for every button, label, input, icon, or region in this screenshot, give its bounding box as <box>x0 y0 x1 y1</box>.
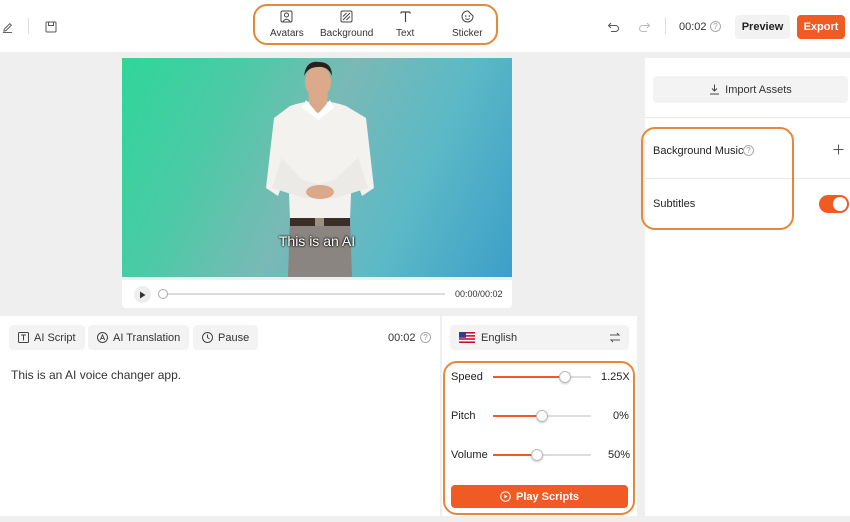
script-icon <box>18 332 29 343</box>
clock-icon <box>202 332 213 343</box>
speed-label: Speed <box>451 371 483 383</box>
tool-avatars-label: Avatars <box>270 28 304 39</box>
script-duration: 00:02 <box>388 332 416 344</box>
tool-background-label: Background <box>320 28 374 39</box>
video-preview[interactable]: This is an AI <box>122 58 512 277</box>
divider <box>645 117 850 118</box>
us-flag-icon <box>459 332 475 343</box>
background-icon <box>340 10 353 23</box>
playback-time: 00:00/00:02 <box>455 289 503 299</box>
tool-text-label: Text <box>396 28 415 39</box>
volume-slider-knob[interactable] <box>531 449 543 461</box>
edit-pencil-icon[interactable] <box>1 20 13 34</box>
tab-ai-translation[interactable]: AI Translation <box>88 325 190 350</box>
timeline-scrubber[interactable] <box>158 289 168 299</box>
pitch-slider-knob[interactable] <box>536 410 548 422</box>
pitch-slider-fill <box>493 415 542 417</box>
language-label: English <box>481 332 518 344</box>
tab-ai-script-label: AI Script <box>34 331 76 344</box>
divider <box>645 178 850 179</box>
subtitles-label: Subtitles <box>653 198 696 210</box>
tool-text[interactable]: Text <box>396 10 414 39</box>
tab-pause[interactable]: Pause <box>193 325 259 350</box>
redo-icon[interactable] <box>637 20 651 34</box>
video-subtitle: This is an AI <box>278 233 356 249</box>
top-toolbar: Avatars Background Text Sticker 00:02 ? … <box>0 0 850 52</box>
preview-button[interactable]: Preview <box>735 15 790 39</box>
tool-avatars[interactable]: Avatars <box>270 10 304 39</box>
avatar-icon <box>280 10 293 23</box>
export-button[interactable]: Export <box>797 15 845 39</box>
volume-label: Volume <box>451 449 488 461</box>
sticker-icon <box>461 10 474 23</box>
background-music-label: Background Music <box>653 145 744 157</box>
speed-value: 1.25X <box>601 371 630 383</box>
help-icon[interactable]: ? <box>710 21 721 32</box>
translate-icon <box>97 332 108 343</box>
tool-sticker[interactable]: Sticker <box>452 10 483 39</box>
help-icon[interactable]: ? <box>420 332 431 343</box>
speed-slider-knob[interactable] <box>559 371 571 383</box>
import-assets-button[interactable]: Import Assets <box>653 76 848 103</box>
player-controls: 00:00/00:02 <box>122 280 512 308</box>
project-duration: 00:02 <box>679 21 707 33</box>
play-scripts-label: Play Scripts <box>516 490 579 503</box>
toggle-knob <box>833 197 847 211</box>
timeline-track[interactable] <box>162 293 445 295</box>
tool-background[interactable]: Background <box>320 10 373 39</box>
right-panel <box>645 58 850 516</box>
toolbar-divider <box>665 18 666 34</box>
swap-icon[interactable] <box>609 332 621 343</box>
pitch-label: Pitch <box>451 410 476 422</box>
play-circle-icon <box>500 491 511 502</box>
toolbar-divider <box>28 18 29 34</box>
save-icon[interactable] <box>44 20 57 33</box>
subtitles-toggle[interactable] <box>819 195 849 213</box>
script-textarea[interactable]: This is an AI voice changer app. <box>11 368 181 382</box>
add-music-plus-icon[interactable] <box>833 144 844 155</box>
language-selector[interactable]: English <box>450 325 629 350</box>
text-icon <box>400 11 411 22</box>
tab-ai-script[interactable]: AI Script <box>9 325 85 350</box>
play-scripts-button[interactable]: Play Scripts <box>451 485 628 508</box>
help-icon[interactable]: ? <box>743 145 754 156</box>
tab-pause-label: Pause <box>218 331 250 344</box>
tool-sticker-label: Sticker <box>452 28 483 39</box>
speed-slider-fill <box>493 376 564 378</box>
import-assets-label: Import Assets <box>725 83 792 96</box>
pitch-value: 0% <box>613 410 629 422</box>
tab-ai-translation-label: AI Translation <box>113 331 181 344</box>
download-icon <box>710 84 720 95</box>
undo-icon[interactable] <box>606 20 620 34</box>
play-icon <box>140 291 146 298</box>
volume-value: 50% <box>608 449 631 461</box>
play-button[interactable] <box>134 286 151 303</box>
